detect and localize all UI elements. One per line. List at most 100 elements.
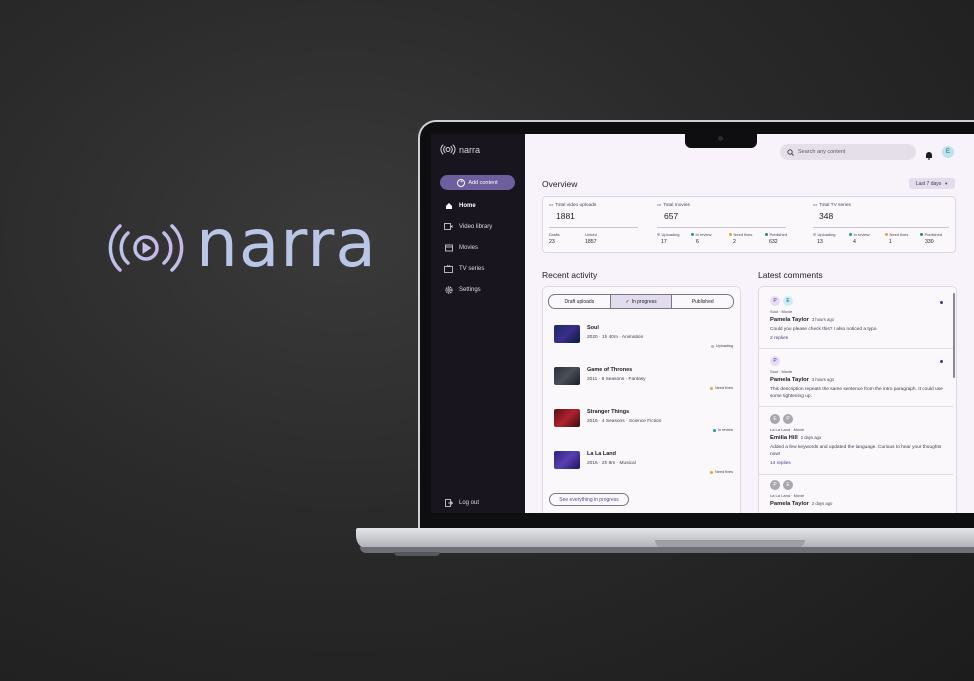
movies-fixes-value: 2 <box>733 239 736 245</box>
hero-logo: narra <box>106 211 377 278</box>
avatar-group: E P <box>770 414 793 424</box>
comment-item[interactable]: P Soul · Movie Pamela Taylor 3 hours ago … <box>759 348 953 407</box>
comment-item[interactable]: P E Soul · Movie Pamela Taylor 3 hours ag… <box>759 287 953 349</box>
tab-label: Published <box>691 298 714 305</box>
status-dot <box>712 428 716 432</box>
avatar: P <box>783 414 793 424</box>
home-icon <box>444 201 453 210</box>
add-content-button[interactable]: + Add content <box>440 175 515 190</box>
tv-label: ▭ Total TV series <box>813 202 851 208</box>
laptop-base-edge <box>360 547 974 553</box>
laptop-foot <box>394 552 440 556</box>
movies-review-value: 6 <box>696 239 699 245</box>
tv-icon: ▭ <box>813 202 818 207</box>
sidebar-item-label: Home <box>459 202 476 209</box>
video-icon <box>444 222 453 231</box>
brand[interactable]: narra <box>440 144 480 155</box>
tv-value: 348 <box>819 211 834 221</box>
divider <box>549 227 638 228</box>
recent-activity-panel: Draft uploads ✓ In progress Published Sou… <box>542 286 741 513</box>
logout-button[interactable]: Log out <box>444 498 479 507</box>
status-dot <box>657 233 660 236</box>
search-icon <box>787 148 794 156</box>
comment-time: 2 days ago <box>811 501 833 506</box>
comment-item[interactable]: E P La La Land · Movie Emilia Hill 2 days… <box>759 406 953 475</box>
item-title: Game of Thrones <box>587 367 633 373</box>
avatar-group: P <box>770 356 780 366</box>
drafts-label: Drafts <box>549 232 560 237</box>
status-badge: Uploading <box>710 344 733 348</box>
comment-item[interactable]: P E La La Land · Movie Pamela Taylor 2 da… <box>759 474 953 513</box>
avatar: E <box>770 414 780 424</box>
user-avatar[interactable]: E <box>942 146 954 158</box>
see-all-button[interactable]: See everything in progress <box>549 493 629 506</box>
video-uploads-value: 1881 <box>556 211 575 221</box>
item-meta: 2020 · 1h 40m · Animation <box>587 335 644 340</box>
sidebar-item-movies[interactable]: Movies <box>444 243 478 252</box>
thumbnail-image <box>554 451 580 469</box>
drafts-value: 23 <box>549 239 555 245</box>
status-badge: In review <box>712 428 733 432</box>
tv-review-value: 4 <box>853 239 856 245</box>
status-label: In review <box>695 232 712 237</box>
camera-icon <box>718 136 723 141</box>
avatar: E <box>783 296 793 306</box>
overview-title: Overview <box>542 179 578 189</box>
sidebar-item-video-library[interactable]: Video library <box>444 222 492 231</box>
status-badge: Need fixes <box>710 470 733 474</box>
status-dot <box>710 386 714 390</box>
brand-name: narra <box>459 144 481 155</box>
status-label: Need fixes <box>715 386 733 390</box>
movies-uploading-label: Uploading <box>657 232 680 237</box>
search-input[interactable]: Search any content <box>780 144 916 160</box>
author-name: Pamela Taylor <box>770 501 809 507</box>
sidebar-item-label: Movies <box>459 244 479 251</box>
divider <box>813 227 949 228</box>
movies-label-text: Total movies <box>663 202 690 208</box>
status-label: Uploading <box>715 344 733 348</box>
comment-time: 3 hours ago <box>811 317 835 322</box>
status-dot <box>813 233 816 236</box>
tv-uploading-value: 13 <box>817 239 823 245</box>
list-item[interactable]: Soul 2020 · 1h 40m · Animation Uploading <box>553 325 733 355</box>
tv-fixes-label: Need fixes <box>885 232 908 237</box>
comment-author: Pamela Taylor 2 days ago <box>770 501 832 507</box>
avatar-group: P E <box>770 296 793 306</box>
tab-draft-uploads[interactable]: Draft uploads <box>549 295 611 308</box>
comment-text: Could you please check this? I also noti… <box>770 327 878 332</box>
author-name: Emilia Hill <box>770 435 798 441</box>
bell-icon[interactable] <box>925 147 933 165</box>
comment-text: This description repeats the same senten… <box>770 387 943 399</box>
thumbnail-image <box>554 367 580 385</box>
comment-time: 3 hours ago <box>811 377 835 382</box>
date-range-dropdown[interactable]: Last 7 days ▼ <box>909 178 955 189</box>
sidebar-item-home[interactable]: Home <box>444 201 476 210</box>
item-meta: 2011 · 8 Seasons · Fantasy <box>587 377 646 382</box>
list-item[interactable]: La La Land 2016 · 2h 8m · Musical Need f… <box>553 451 733 481</box>
avatar: P <box>770 296 780 306</box>
comment-author: Pamela Taylor 3 hours ago <box>770 377 834 383</box>
thumbnail-image <box>554 409 580 427</box>
comment-source: La La Land · Movie <box>770 427 805 432</box>
avatar: P <box>770 480 780 490</box>
list-item[interactable]: Stranger Things 2016 · 4 Seasons · Scien… <box>553 409 733 439</box>
caret-down-icon: ▼ <box>944 181 949 186</box>
replies-link[interactable]: 14 replies <box>770 461 791 466</box>
sidebar-item-settings[interactable]: Settings <box>444 285 481 294</box>
scrollbar[interactable] <box>953 293 955 378</box>
list-item[interactable]: Game of Thrones 2011 · 8 Seasons · Fanta… <box>553 367 733 397</box>
item-meta: 2016 · 2h 8m · Musical <box>587 461 636 466</box>
tab-published[interactable]: Published <box>672 295 733 308</box>
sidebar-item-tv-series[interactable]: TV series <box>444 264 484 273</box>
thumbnail-image <box>554 325 580 343</box>
activity-tabs: Draft uploads ✓ In progress Published <box>548 294 734 309</box>
movies-fixes-label: Need fixes <box>729 232 752 237</box>
video-uploads-label: ▭ Total video uploads <box>549 202 596 208</box>
tab-in-progress[interactable]: ✓ In progress <box>610 295 673 308</box>
replies-link[interactable]: 2 replies <box>770 336 788 341</box>
tv-uploading-label: Uploading <box>813 232 836 237</box>
comment-time: 2 days ago <box>800 435 822 440</box>
video-uploads-label-text: Total video uploads <box>555 202 597 208</box>
tv-published-value: 330 <box>925 239 934 245</box>
date-range-label: Last 7 days <box>915 180 942 187</box>
